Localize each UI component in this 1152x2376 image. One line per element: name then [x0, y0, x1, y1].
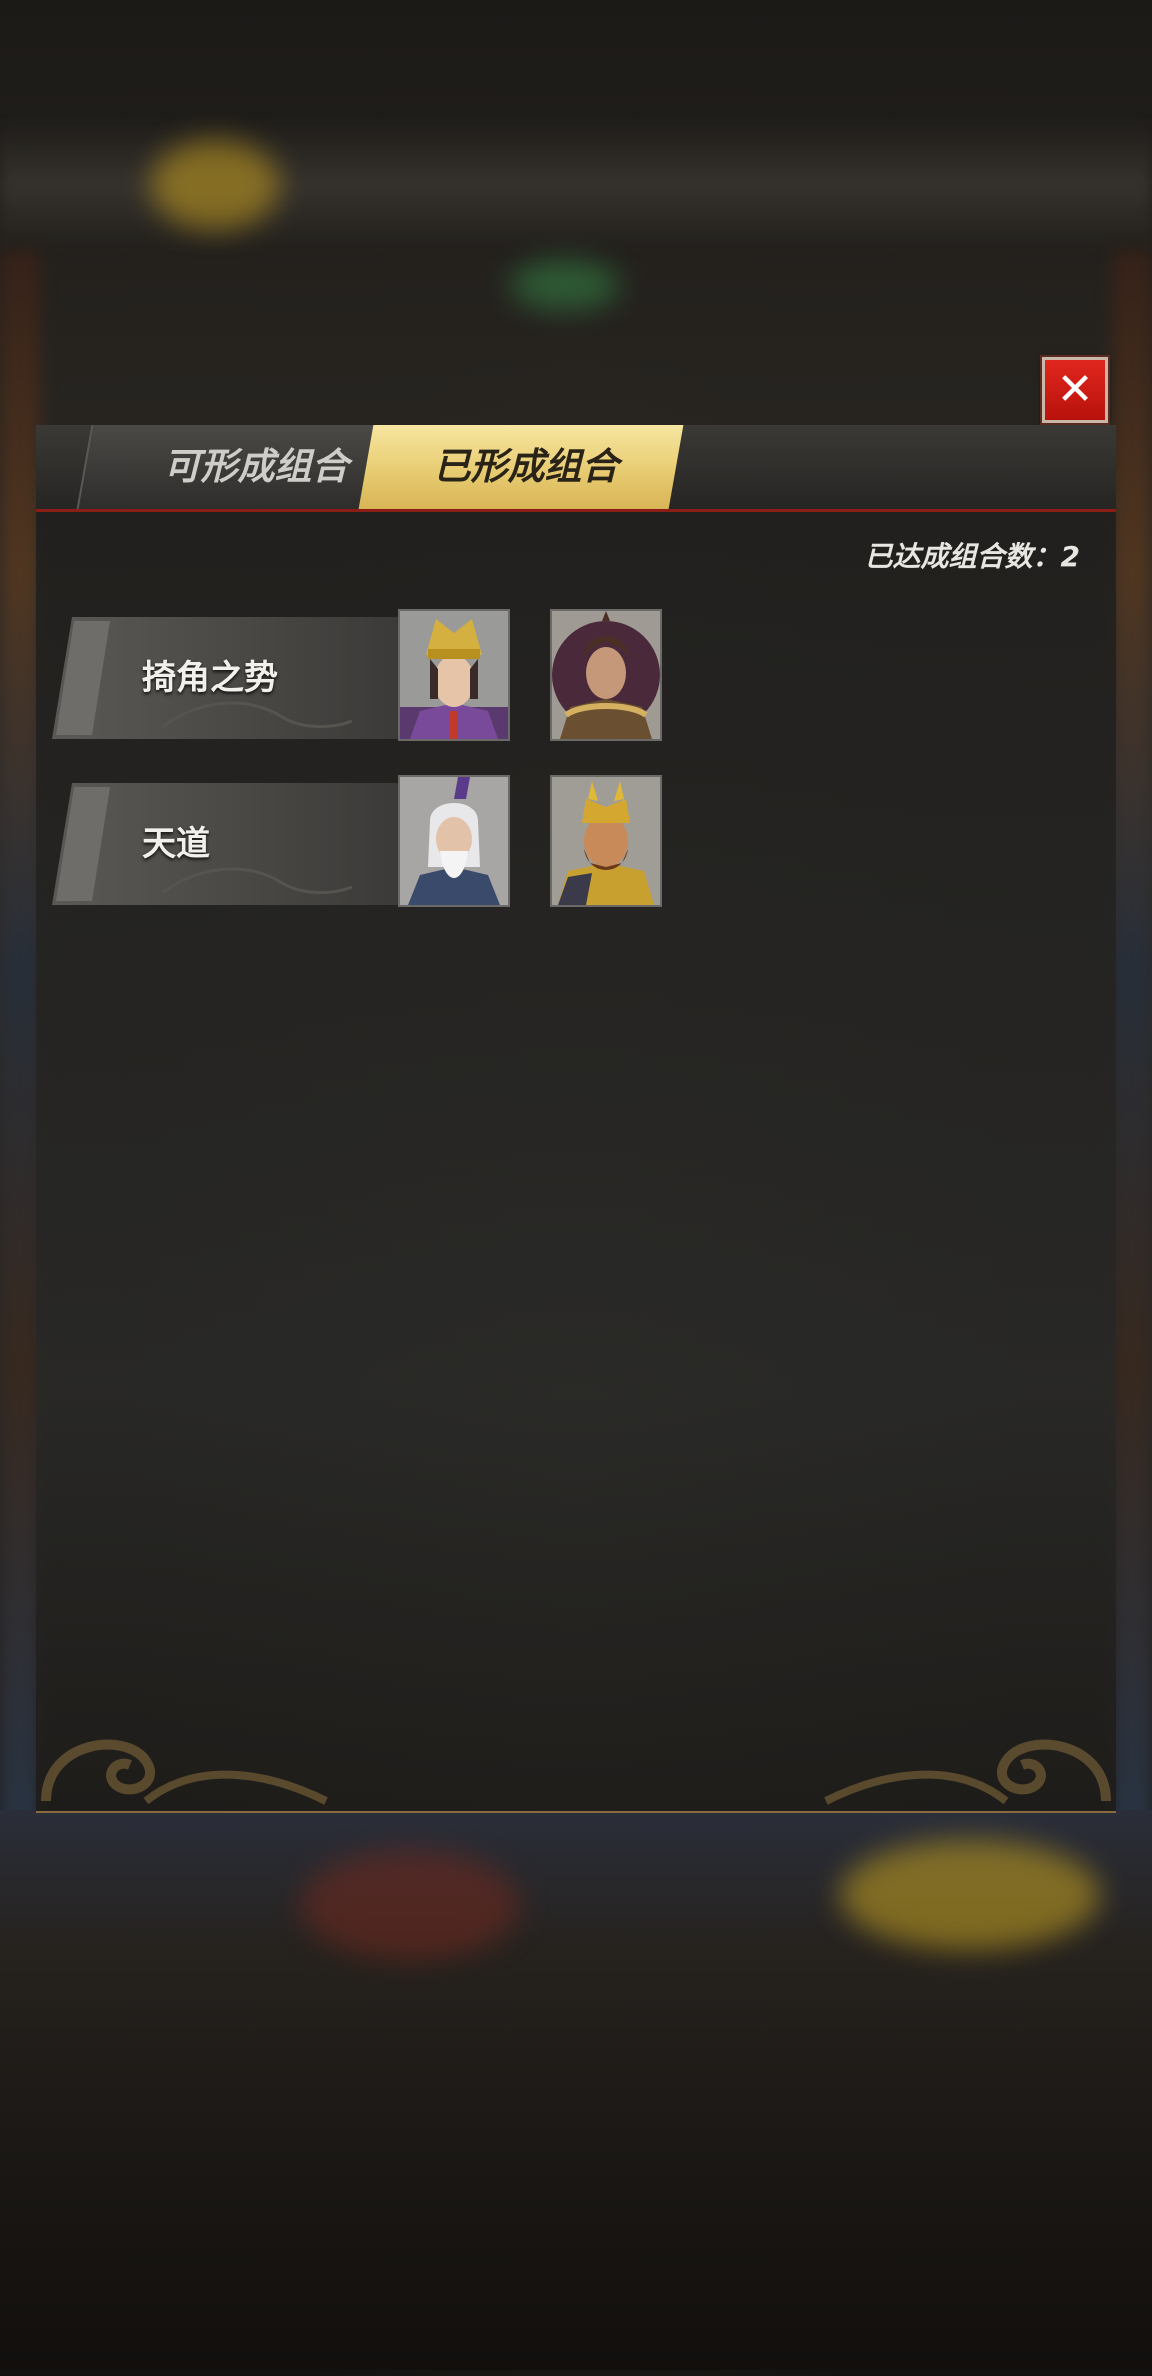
swirl-ornament-right: [824, 1739, 1111, 1805]
combo-row: 天道: [52, 775, 672, 915]
formed-combo-count: 已达成组合数：2: [864, 540, 1080, 573]
combo-name-plate: 掎角之势: [52, 617, 412, 739]
swirl-ornament-left: [41, 1739, 328, 1805]
combo-name: 掎角之势: [142, 658, 278, 698]
hero-portrait-brown-warrior[interactable]: [550, 609, 662, 741]
background-glow-yellow-bottom: [840, 1840, 1100, 1950]
background-glow-yellow: [150, 140, 280, 230]
plate-shape: [52, 783, 412, 905]
tab-formed-combos-label: 已形成组合: [433, 445, 619, 488]
hero-portrait-white-haired-sage[interactable]: [398, 775, 510, 907]
close-icon: ✕: [1056, 364, 1094, 415]
close-button[interactable]: ✕: [1042, 357, 1108, 423]
tab-bar: 可形成组合 已形成组合: [36, 425, 1116, 512]
combo-dialog: 可形成组合 已形成组合 已达成组合数：2 掎角之势 天道: [36, 425, 1116, 1813]
combo-name-plate: 天道: [52, 783, 412, 905]
hero-portrait-purple-scholar[interactable]: [398, 609, 510, 741]
combo-row: 掎角之势: [52, 609, 672, 749]
combo-name: 天道: [142, 824, 210, 864]
hero-portrait-golden-crowned-warrior[interactable]: [550, 775, 662, 907]
background-right-edge: [1112, 250, 1152, 1850]
background-glow-red-bottom: [300, 1850, 520, 1960]
tab-available-combos-label: 可形成组合: [163, 445, 349, 488]
background-left-edge: [0, 250, 40, 1850]
background-glow-green: [510, 260, 620, 310]
